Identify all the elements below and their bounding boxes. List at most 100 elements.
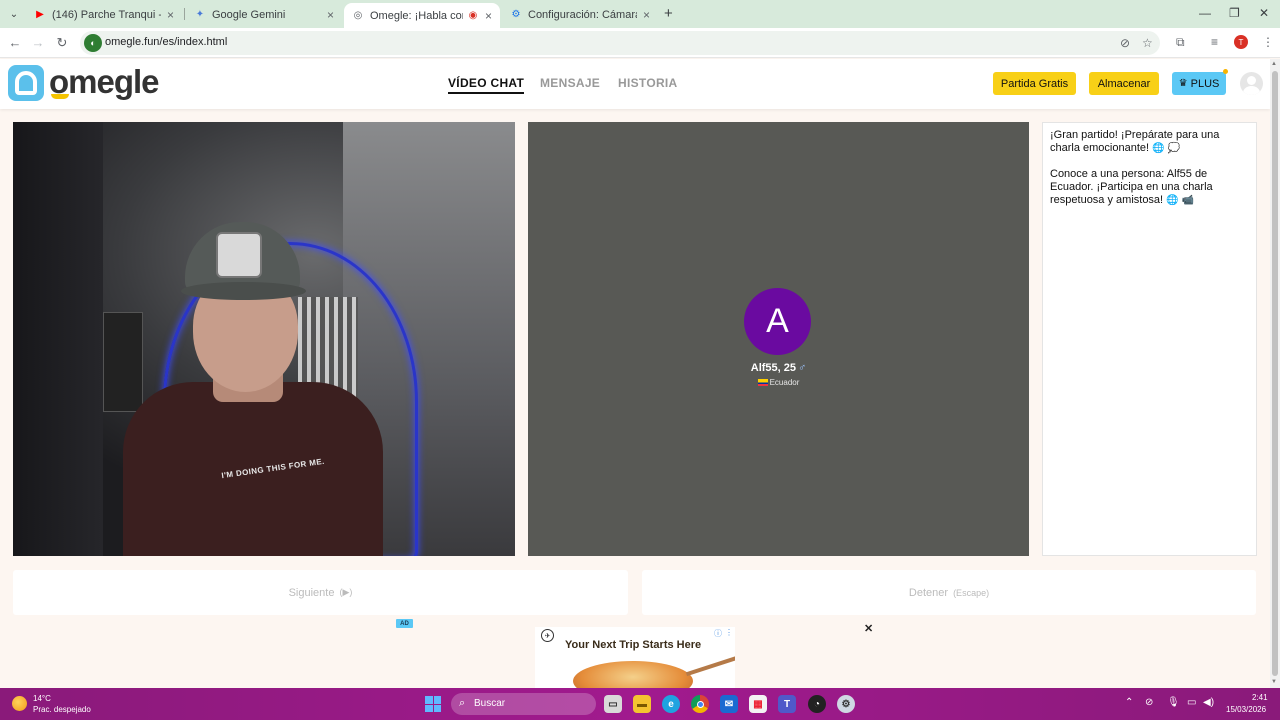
reload-icon[interactable]: ↻ (53, 34, 71, 52)
display-icon[interactable]: ▭ (1187, 697, 1196, 708)
volume-icon[interactable]: ◀) (1203, 697, 1214, 708)
steam-icon[interactable]: ◔ (808, 695, 826, 713)
new-tab-icon[interactable]: + (664, 5, 678, 22)
local-video: I'M DOING THIS FOR ME. (13, 122, 515, 556)
plus-button[interactable]: ♛ PLUS (1172, 72, 1226, 95)
scroll-thumb[interactable] (1272, 71, 1278, 676)
store-app-icon[interactable]: ▦ (749, 695, 767, 713)
chat-panel[interactable]: ¡Gran partido! ¡Prepárate para una charl… (1042, 122, 1257, 556)
ad-more-icon[interactable]: ⋮ (725, 628, 733, 637)
stop-label: Detener (908, 586, 949, 599)
minimize-icon[interactable]: — (1199, 6, 1211, 20)
youtube-icon: ▶ (36, 9, 44, 20)
tab-omegle[interactable]: ◎ Omegle: ¡Habla con Descon ◉ × (344, 3, 500, 28)
tray-expand-icon[interactable]: ⌃ (1125, 697, 1133, 708)
tab-gemini[interactable]: ✦ Google Gemini × (186, 3, 342, 26)
nav-history[interactable]: HISTORIA (618, 76, 678, 90)
close-tab-icon[interactable]: × (167, 8, 174, 22)
address-bar[interactable]: ◐ omegle.fun/es/index.html ⊘ ☆ (80, 31, 1160, 55)
remote-avatar: A (744, 288, 811, 355)
globe-emoji-icon: 🌐 (1152, 143, 1165, 154)
weather-temperature[interactable]: 14°C (33, 694, 51, 703)
ad-banner[interactable]: ✈ Your Next Trip Starts Here ⓘ ⋮ (535, 627, 735, 688)
edge-icon[interactable]: e (662, 695, 680, 713)
close-window-icon[interactable]: ✕ (1259, 6, 1269, 20)
close-tab-icon[interactable]: × (485, 9, 492, 23)
clock-time[interactable]: 2:41 (1252, 693, 1268, 702)
tab-youtube[interactable]: ▶ (146) Parche Tranqui - YouTube × (26, 3, 182, 26)
ecuador-flag-icon (757, 379, 768, 386)
camera-emoji-icon: 📹 (1181, 195, 1195, 206)
tab-separator (184, 8, 185, 20)
tab-title: Omegle: ¡Habla con Descon (370, 9, 463, 22)
next-button[interactable]: Siguiente (▶) (13, 570, 628, 615)
taskbar: 14°C Prac. despejado ⌕ Buscar ▭ ▬ e ✉ ▦ … (0, 688, 1280, 720)
task-view-icon[interactable]: ▭ (604, 695, 622, 713)
ad-brand-logo-icon: ✈ (541, 629, 554, 642)
forward-icon[interactable]: → (29, 34, 47, 52)
nav-video-chat[interactable]: VÍDEO CHAT (448, 76, 525, 94)
extensions-icon[interactable]: ⧉ (1176, 35, 1185, 50)
ad-close-icon[interactable]: ✕ (864, 622, 873, 635)
close-tab-icon[interactable]: × (643, 8, 650, 22)
scroll-down-icon[interactable]: ▼ (1271, 679, 1277, 685)
stop-hint: (Escape) (953, 587, 990, 598)
star-icon[interactable]: ☆ (1142, 36, 1153, 50)
site-info-icon[interactable]: ◐ (84, 34, 102, 52)
eye-off-icon[interactable]: ⊘ (1120, 36, 1130, 50)
speech-bubble-icon: 💭 (1167, 143, 1181, 154)
tab-search-icon[interactable]: ⌄ (4, 4, 24, 24)
teams-icon[interactable]: T (778, 695, 796, 713)
stop-button[interactable]: Detener (Escape) (642, 570, 1256, 615)
clock-date[interactable]: 15/03/2026 (1226, 705, 1266, 714)
chat-message: Conoce a una persona: Alf55 de Ecuador. … (1050, 168, 1249, 207)
ad-headline[interactable]: Your Next Trip Starts Here (565, 639, 701, 651)
weather-sun-icon[interactable] (12, 696, 27, 711)
ad-chopsticks-image (685, 653, 735, 677)
browser-tabstrip: ⌄ ▶ (146) Parche Tranqui - YouTube × ✦ G… (0, 0, 1280, 28)
user-avatar[interactable] (1240, 72, 1263, 95)
store-button[interactable]: Almacenar (1089, 72, 1159, 95)
tab-settings-camera[interactable]: ⚙ Configuración: Cámara × (502, 3, 658, 26)
remote-name-text: Alf55, 25 (750, 362, 796, 374)
restore-icon[interactable]: ❐ (1229, 6, 1240, 20)
weather-description[interactable]: Prac. despejado (33, 705, 91, 714)
page-scrollbar[interactable]: ▲ ▼ (1270, 59, 1280, 688)
windows-start-icon[interactable] (425, 696, 441, 712)
tab-title: Configuración: Cámara (528, 8, 637, 21)
url-text[interactable]: omegle.fun/es/index.html (105, 36, 227, 48)
remote-video: A Alf55, 25 ♂ Ecuador (528, 122, 1029, 556)
omegle-logo-icon[interactable] (8, 65, 44, 101)
taskbar-search-label: Buscar (474, 698, 506, 709)
menu-kebab-icon[interactable]: ⋮ (1262, 35, 1274, 49)
microphone-icon[interactable]: 🎙 (1167, 697, 1180, 708)
media-control-icon[interactable]: ≡ (1211, 35, 1218, 49)
profile-avatar[interactable]: T (1234, 35, 1248, 49)
logo-underline (51, 94, 69, 99)
page-content: omegle VÍDEO CHAT MENSAJE HISTORIA Parti… (0, 59, 1270, 688)
taskbar-search[interactable]: ⌕ Buscar (451, 693, 596, 715)
tray-eye-icon[interactable]: ⊘ (1145, 697, 1153, 708)
cap-patch (216, 232, 262, 278)
nav-message[interactable]: MENSAJE (540, 76, 600, 90)
recording-icon: ◉ (468, 10, 478, 21)
chat-message-text: ¡Gran partido! ¡Prepárate para una charl… (1050, 129, 1220, 154)
free-match-button[interactable]: Partida Gratis (993, 72, 1076, 95)
back-icon[interactable]: ← (6, 34, 24, 52)
chrome-icon[interactable] (691, 695, 709, 713)
file-explorer-icon[interactable]: ▬ (633, 695, 651, 713)
crown-icon: ♛ (1178, 78, 1188, 89)
scroll-up-icon[interactable]: ▲ (1271, 61, 1277, 67)
close-tab-icon[interactable]: × (327, 8, 334, 22)
notification-dot (1223, 69, 1228, 74)
camera-shelf (103, 312, 143, 412)
mail-icon[interactable]: ✉ (720, 695, 738, 713)
browser-toolbar: ← → ↻ ◐ omegle.fun/es/index.html ⊘ ☆ ⧉ ≡… (0, 28, 1280, 58)
male-gender-icon: ♂ (798, 362, 807, 374)
gear-icon: ⚙ (511, 9, 521, 20)
settings-gear-icon[interactable]: ⚙ (837, 695, 855, 713)
remote-country-text: Ecuador (769, 378, 800, 387)
globe-emoji-icon: 🌐 (1166, 195, 1179, 206)
next-label: Siguiente (288, 586, 335, 599)
ad-info-icon[interactable]: ⓘ (714, 628, 722, 639)
